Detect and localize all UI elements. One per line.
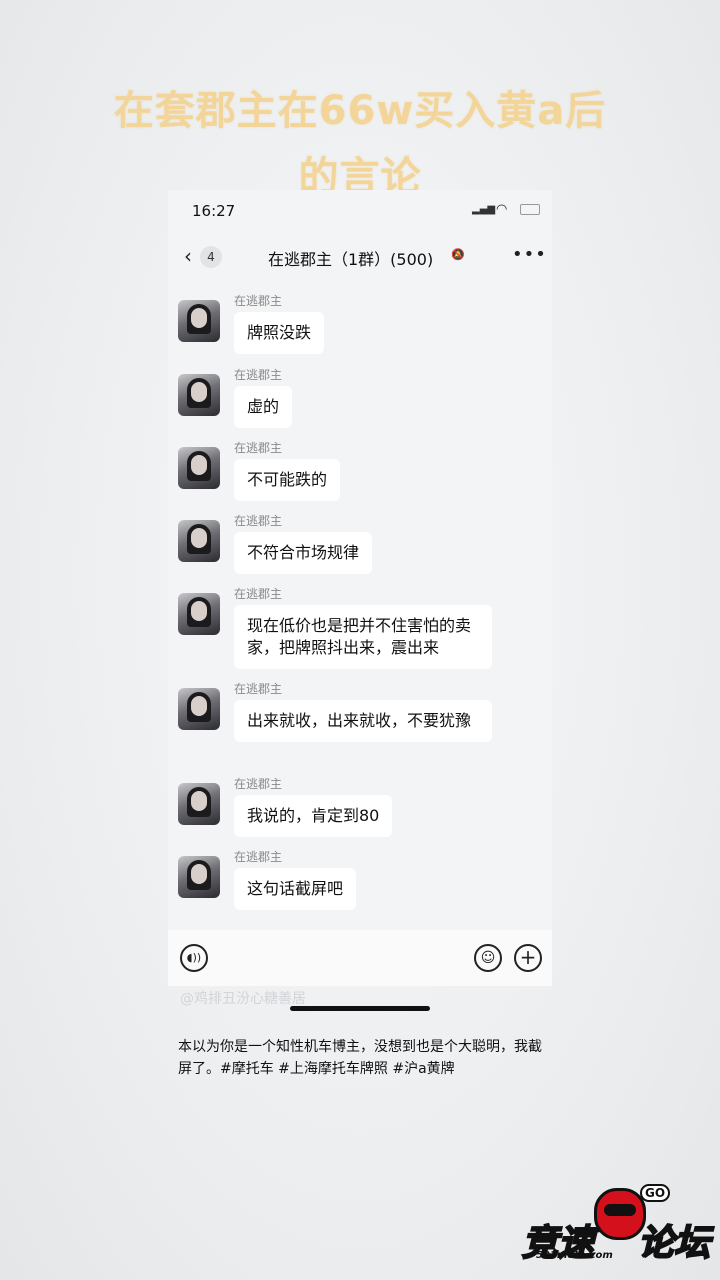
more-dots-icon[interactable]: •••	[512, 244, 547, 265]
sender-name: 在逃郡主	[234, 777, 283, 791]
sender-name: 在逃郡主	[234, 850, 283, 864]
sender-name: 在逃郡主	[234, 514, 283, 528]
logo-url: 591moto.com	[536, 1250, 613, 1261]
avatar[interactable]	[178, 300, 220, 342]
logo-text-part-2: 论坛	[637, 1222, 711, 1265]
status-time: 16:27	[192, 202, 236, 220]
sender-name: 在逃郡主	[234, 294, 283, 308]
status-bar: 16:27 ▂▄▆ ◠	[168, 190, 552, 234]
site-logo: GO 竞速 论坛 591moto.com	[521, 1184, 716, 1276]
message-bubble[interactable]: 这句话截屏吧	[234, 868, 357, 910]
home-indicator	[290, 1006, 430, 1011]
message-bubble[interactable]: 我说的，肯定到80	[234, 795, 393, 837]
back-icon[interactable]: ‹	[184, 244, 192, 268]
avatar[interactable]	[178, 520, 220, 562]
battery-icon	[520, 204, 540, 215]
voice-icon[interactable]: ◖))	[180, 944, 208, 972]
chat-header: ‹ 4 在逃郡主（1群）(500) 🔕 •••	[168, 238, 552, 278]
sender-name: 在逃郡主	[234, 587, 283, 601]
message-bubble[interactable]: 现在低价也是把并不住害怕的卖家，把牌照抖出来，震出来	[234, 605, 492, 669]
logo-speech-bubble: GO	[640, 1184, 671, 1202]
headline-line-1: 在套郡主在66w买入黄a后	[113, 88, 607, 134]
message-bubble[interactable]: 虚的	[234, 386, 293, 428]
helmet-visor	[604, 1204, 636, 1216]
signal-icon: ▂▄▆	[472, 204, 496, 215]
sender-name: 在逃郡主	[234, 368, 283, 382]
avatar[interactable]	[178, 688, 220, 730]
avatar[interactable]	[178, 783, 220, 825]
avatar[interactable]	[178, 593, 220, 635]
chat-input-bar: ◖)) ☺ +	[168, 930, 552, 986]
emoji-icon[interactable]: ☺	[474, 944, 502, 972]
post-caption: 本以为你是一个知性机车博主，没想到也是个大聪明，我截屏了。#摩托车 #上海摩托车…	[178, 1039, 542, 1077]
avatar[interactable]	[178, 374, 220, 416]
phone-screenshot: 16:27 ▂▄▆ ◠ ‹ 4 在逃郡主（1群）(500) 🔕 ••• 在逃郡主…	[168, 190, 552, 930]
message-bubble[interactable]: 不可能跌的	[234, 459, 341, 501]
chat-title: 在逃郡主（1群）(500)	[268, 250, 434, 269]
sender-name: 在逃郡主	[234, 682, 283, 696]
avatar[interactable]	[178, 856, 220, 898]
message-bubble[interactable]: 牌照没跌	[234, 312, 325, 354]
plus-icon[interactable]: +	[514, 944, 542, 972]
unread-badge[interactable]: 4	[200, 246, 222, 268]
message-bubble[interactable]: 出来就收，出来就收，不要犹豫	[234, 700, 492, 742]
avatar[interactable]	[178, 447, 220, 489]
wifi-icon: ◠	[496, 202, 508, 217]
sender-name: 在逃郡主	[234, 441, 283, 455]
watermark-text: @鸡排丑汾心糖善居	[180, 991, 306, 1007]
message-bubble[interactable]: 不符合市场规律	[234, 532, 373, 574]
mute-bell-icon: 🔕	[451, 248, 465, 261]
